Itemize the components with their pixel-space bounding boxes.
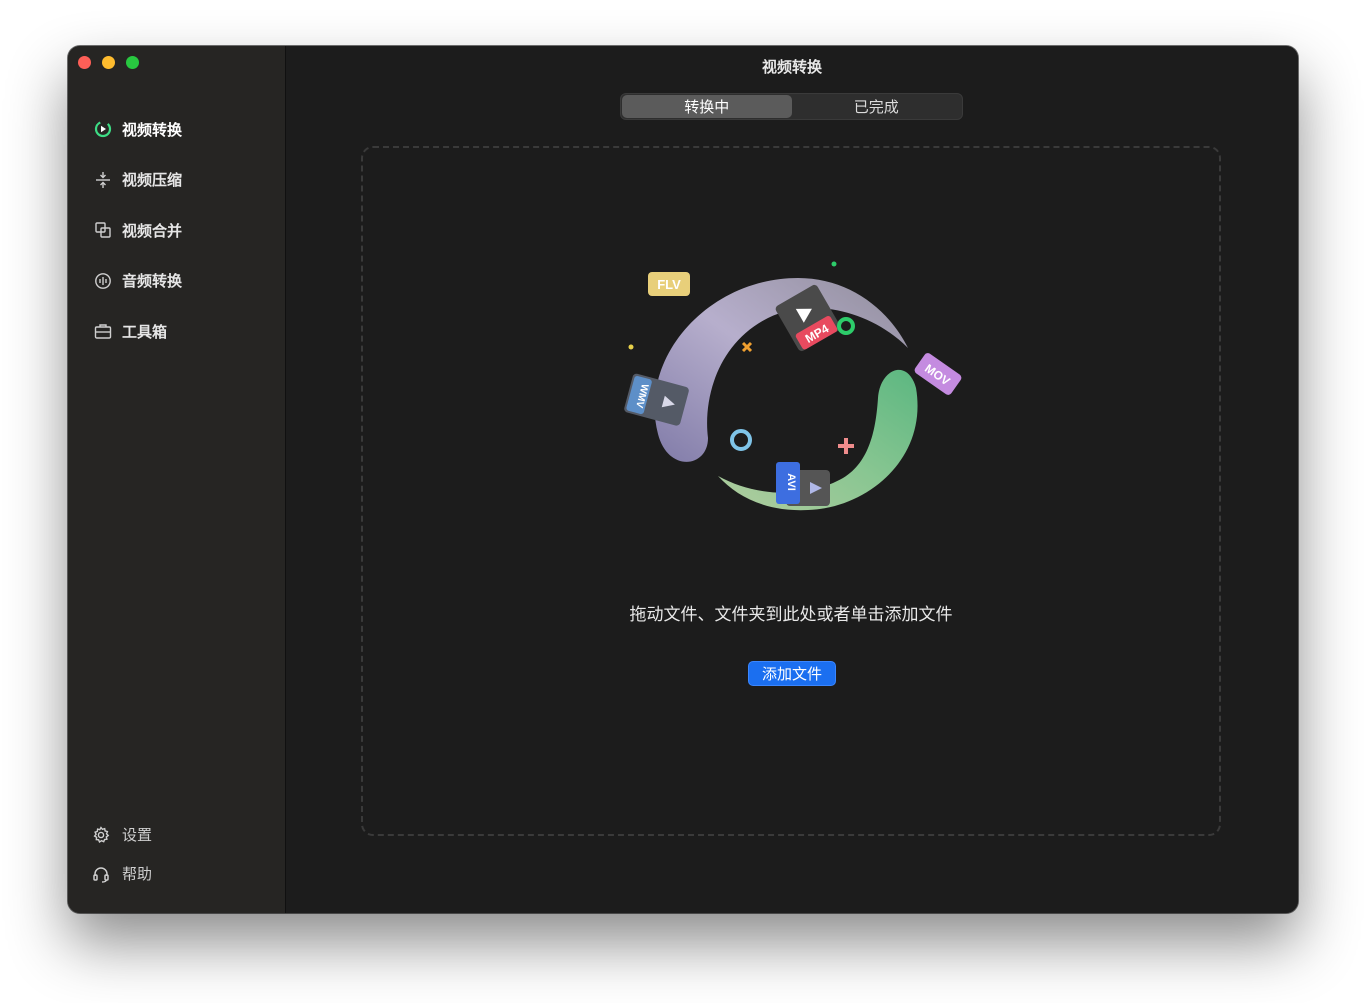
- sidebar-item-label: 视频合并: [122, 221, 183, 240]
- settings-button[interactable]: 设置: [68, 815, 285, 854]
- deco-cross-orange: [741, 341, 753, 353]
- sidebar-item-video-compress[interactable]: 视频压缩: [68, 155, 285, 206]
- audio-icon: [94, 272, 112, 290]
- deco-ring-green: [837, 317, 855, 335]
- main-area: 视频转换 转换中 已完成 FLV MP4 MOV WMV AVI 拖动文件、文件…: [286, 46, 1298, 913]
- tab-converting[interactable]: 转换中: [622, 95, 792, 118]
- svg-text:FLV: FLV: [657, 277, 681, 292]
- sidebar-nav: 视频转换 视频压缩 视频合并 音频转换 工具箱: [68, 104, 285, 357]
- merge-icon: [94, 221, 112, 239]
- app-window: 视频转换 视频压缩 视频合并 音频转换 工具箱 设置 帮助 视频转换 转换中 已…: [68, 46, 1298, 913]
- format-illustration: FLV MP4 MOV WMV AVI: [624, 261, 962, 511]
- zoom-window-button[interactable]: [126, 56, 139, 69]
- deco-plus-pink: [838, 438, 854, 454]
- svg-text:AVI: AVI: [785, 473, 797, 491]
- sidebar-item-video-merge[interactable]: 视频合并: [68, 205, 285, 256]
- deco-ring-blue: [730, 429, 752, 451]
- flv-tag: FLV: [648, 272, 690, 296]
- help-label: 帮助: [122, 865, 153, 883]
- window-controls: [78, 56, 139, 69]
- sidebar-item-toolbox[interactable]: 工具箱: [68, 306, 285, 357]
- gear-icon: [92, 825, 110, 844]
- dropzone-hint: 拖动文件、文件夹到此处或者单击添加文件: [629, 605, 953, 625]
- sidebar-item-label: 视频转换: [122, 120, 183, 139]
- add-files-button[interactable]: 添加文件: [748, 661, 836, 686]
- file-dropzone[interactable]: FLV MP4 MOV WMV AVI 拖动文件、文件夹到此处或者单击添加文件 …: [361, 146, 1221, 836]
- toolbox-icon: [94, 322, 112, 340]
- close-window-button[interactable]: [78, 56, 91, 69]
- help-button[interactable]: 帮助: [68, 854, 285, 893]
- window-title: 视频转换: [761, 58, 822, 76]
- compress-icon: [94, 171, 112, 189]
- deco-dot-green: [831, 261, 837, 267]
- status-tabs: 转换中 已完成: [620, 93, 963, 120]
- sidebar-bottom: 设置 帮助: [68, 815, 285, 893]
- headset-icon: [92, 865, 110, 883]
- sidebar-item-label: 视频压缩: [122, 171, 183, 190]
- sidebar-item-label: 工具箱: [122, 322, 168, 341]
- avi-film-icon: AVI: [776, 462, 830, 506]
- settings-label: 设置: [122, 826, 153, 844]
- sidebar-item-audio-convert[interactable]: 音频转换: [68, 256, 285, 307]
- minimize-window-button[interactable]: [102, 56, 115, 69]
- convert-icon: [94, 120, 112, 138]
- mov-tag: MOV: [914, 353, 962, 395]
- sidebar-item-label: 音频转换: [122, 272, 183, 291]
- deco-dot-yellow: [628, 344, 634, 350]
- sidebar-item-video-convert[interactable]: 视频转换: [68, 104, 285, 155]
- tab-completed[interactable]: 已完成: [792, 95, 962, 118]
- sidebar: 视频转换 视频压缩 视频合并 音频转换 工具箱 设置 帮助: [68, 46, 286, 913]
